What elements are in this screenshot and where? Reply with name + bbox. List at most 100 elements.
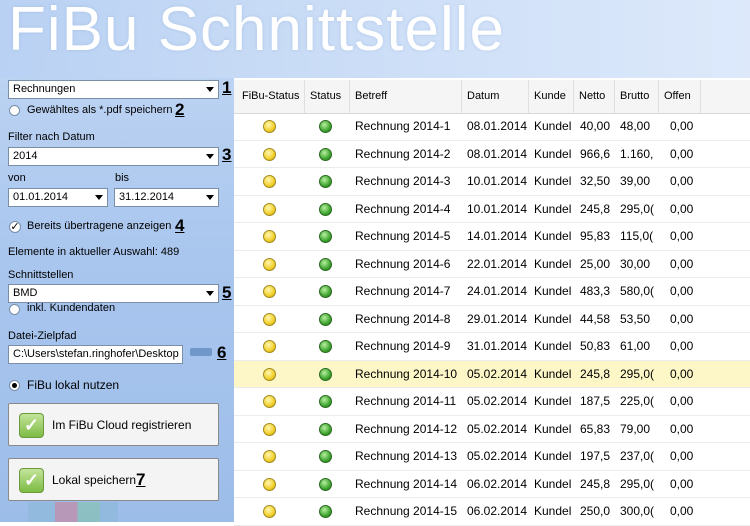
cell-offen: 0,00 — [670, 119, 694, 133]
cell-betreff: Rechnung 2014-11 — [355, 394, 457, 408]
cell-datum: 31.01.2014 — [467, 339, 528, 353]
show-transferred-checkbox[interactable]: ✓ — [9, 221, 21, 233]
cell-datum: 24.01.2014 — [467, 284, 528, 298]
table-row[interactable]: Rechnung 2014-10 05.02.2014 Kundel 245,8 295… — [234, 360, 750, 388]
to-label: bis — [115, 172, 130, 184]
cell-offen: 0,00 — [670, 504, 694, 518]
fibu-status-yellow-icon — [263, 230, 276, 243]
cell-betreff: Rechnung 2014-1 — [355, 119, 451, 133]
cell-netto: 197,5 — [580, 449, 611, 463]
table-row[interactable]: Rechnung 2014-8 29.01.2014 Kundel 44,58 53,5… — [234, 306, 750, 333]
status-green-icon — [319, 120, 332, 133]
table-row[interactable]: Rechnung 2014-6 22.01.2014 Kundel 25,00 30,0… — [234, 251, 750, 278]
table-row[interactable]: Rechnung 2014-14 06.02.2014 Kundel 245,8 295… — [234, 471, 750, 498]
check-icon: ✓ — [19, 413, 44, 438]
cell-datum: 10.01.2014 — [467, 174, 528, 188]
document-type-value: Rechnungen — [13, 83, 76, 95]
cell-kunde: Kundel — [534, 504, 572, 518]
cell-netto: 40,00 — [580, 119, 611, 133]
fibu-status-yellow-icon — [263, 312, 276, 326]
column-header[interactable]: Datum — [462, 80, 529, 113]
marker-6: 6 — [217, 343, 227, 362]
column-header[interactable]: Offen — [659, 80, 701, 113]
table-row[interactable]: Rechnung 2014-4 10.01.2014 Kundel 245,8 295,… — [234, 196, 750, 223]
header-banner: FiBu Schnittstelle — [0, 0, 750, 78]
cell-betreff: Rechnung 2014-8 — [355, 311, 451, 326]
cell-kunde: Kundel — [534, 311, 572, 326]
column-header[interactable]: Netto — [574, 80, 615, 113]
fibu-status-yellow-icon — [263, 340, 276, 353]
cell-kunde: Kundel — [534, 339, 572, 353]
fibu-local-radio[interactable] — [9, 380, 20, 391]
invoice-table: FiBu-Status Status Betreff Datum Kunde N… — [234, 80, 750, 526]
fibu-status-yellow-icon — [263, 147, 276, 161]
cell-offen: 0,00 — [670, 201, 694, 216]
cell-brutto: 295,0( — [620, 201, 655, 216]
cell-offen: 0,00 — [670, 229, 694, 243]
table-row[interactable]: Rechnung 2014-2 08.01.2014 Kundel 966,6 1.16… — [234, 141, 750, 168]
marker-4: 4 — [175, 216, 185, 235]
folder-icon[interactable] — [190, 348, 212, 356]
column-header[interactable]: Status — [305, 80, 350, 113]
cell-datum: 22.01.2014 — [467, 256, 528, 271]
cell-kunde: Kundel — [534, 229, 572, 243]
cell-netto: 25,00 — [580, 256, 611, 271]
chevron-down-icon — [95, 195, 103, 200]
fibu-status-yellow-icon — [263, 395, 276, 408]
target-path-input[interactable]: C:\Users\stefan.ringhofer\Desktop — [8, 345, 183, 364]
to-date-picker[interactable]: 31.12.2014 — [114, 188, 219, 207]
pdf-save-radio[interactable] — [9, 105, 20, 116]
table-row[interactable]: Rechnung 2014-1 08.01.2014 Kundel 40,00 48,0… — [234, 113, 750, 141]
cell-kunde: Kundel — [534, 394, 572, 408]
table-row[interactable]: Rechnung 2014-7 24.01.2014 Kundel 483,3 580,… — [234, 278, 750, 306]
cloud-register-button[interactable]: ✓ Im FiBu Cloud registrieren — [8, 403, 219, 446]
column-header[interactable]: Kunde — [529, 80, 574, 113]
cell-netto: 483,3 — [580, 284, 611, 298]
cell-betreff: Rechnung 2014-15 — [355, 504, 458, 518]
fibu-status-yellow-icon — [263, 367, 276, 381]
fibu-status-yellow-icon — [263, 120, 276, 133]
column-header[interactable]: Brutto — [615, 80, 659, 113]
show-transferred-label: Bereits übertragene anzeigen — [27, 220, 172, 232]
table-row[interactable]: Rechnung 2014-9 31.01.2014 Kundel 50,83 61,0… — [234, 333, 750, 361]
left-panel: Rechnungen 1 Gewähltes als *.pdf speiche… — [0, 78, 234, 522]
table-row[interactable]: Rechnung 2014-15 06.02.2014 Kundel 250,0 300… — [234, 498, 750, 526]
table-row[interactable]: Rechnung 2014-11 05.02.2014 Kundel 187,5 225… — [234, 388, 750, 416]
status-green-icon — [319, 312, 332, 326]
cell-offen: 0,00 — [670, 449, 694, 463]
from-label: von — [8, 172, 26, 184]
cell-datum: 06.02.2014 — [467, 504, 528, 518]
interface-select[interactable]: BMD — [8, 284, 219, 303]
table-row[interactable]: Rechnung 2014-12 05.02.2014 Kundel 65,83 79,… — [234, 416, 750, 443]
incl-customers-radio[interactable] — [9, 304, 20, 315]
cell-netto: 250,0 — [580, 504, 611, 518]
target-path-label: Datei-Zielpfad — [8, 330, 77, 342]
status-green-icon — [319, 257, 332, 271]
column-header[interactable]: Betreff — [350, 80, 462, 113]
save-local-button[interactable]: ✓ Lokal speichern — [8, 458, 219, 501]
cell-brutto: 115,0( — [620, 229, 654, 243]
status-green-icon — [319, 230, 332, 243]
table-row[interactable]: Rechnung 2014-3 10.01.2014 Kundel 32,50 39,0… — [234, 168, 750, 196]
cell-netto: 245,8 — [580, 201, 611, 216]
table-row[interactable]: Rechnung 2014-13 05.02.2014 Kundel 197,5 237… — [234, 443, 750, 471]
from-date-value: 01.01.2014 — [13, 191, 69, 203]
cell-brutto: 79,00 — [620, 421, 651, 436]
document-type-select[interactable]: Rechnungen — [8, 80, 219, 99]
from-date-picker[interactable]: 01.01.2014 — [8, 188, 108, 207]
cell-betreff: Rechnung 2014-12 — [355, 421, 458, 436]
cell-netto: 245,8 — [580, 366, 611, 381]
cell-netto: 245,8 — [580, 476, 611, 491]
cell-kunde: Kundel — [534, 201, 572, 216]
status-green-icon — [319, 367, 332, 381]
date-filter-select[interactable]: 2014 — [8, 147, 219, 166]
cell-betreff: Rechnung 2014-13 — [355, 449, 458, 463]
cell-brutto: 300,0( — [620, 504, 655, 518]
table-row[interactable]: Rechnung 2014-5 14.01.2014 Kundel 95,83 115,… — [234, 223, 750, 251]
status-green-icon — [319, 147, 332, 161]
column-header[interactable]: FiBu-Status — [237, 80, 305, 113]
cloud-register-label: Im FiBu Cloud registrieren — [52, 418, 192, 432]
to-date-value: 31.12.2014 — [119, 191, 175, 203]
status-green-icon — [319, 175, 332, 188]
chevron-down-icon — [206, 195, 214, 200]
